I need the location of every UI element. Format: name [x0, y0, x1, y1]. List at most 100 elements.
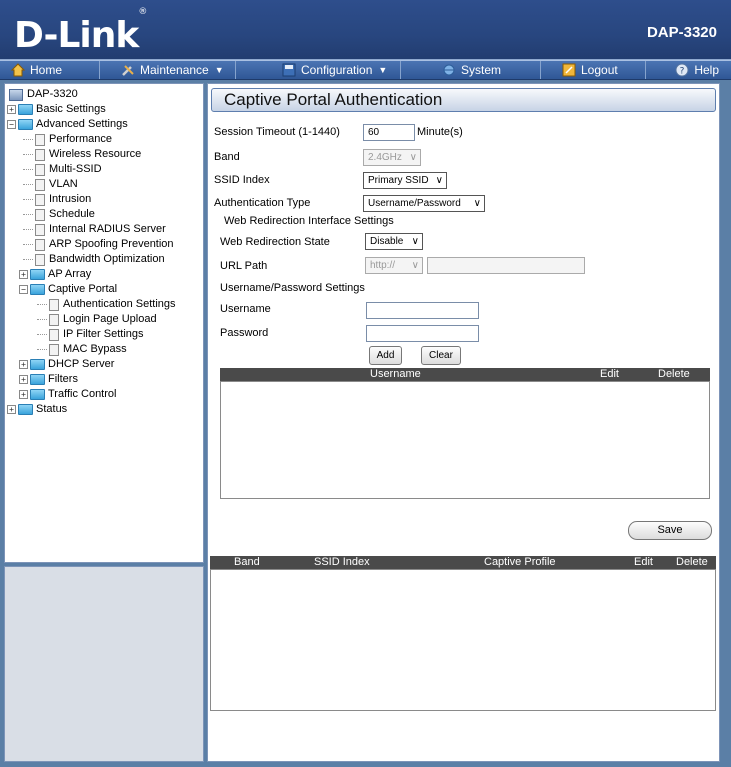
- tree-performance[interactable]: Performance: [23, 132, 203, 147]
- page-icon: [35, 208, 45, 221]
- floppy-disk-icon: [282, 63, 296, 77]
- main-content: Captive Portal Authentication Session Ti…: [207, 83, 720, 762]
- expand-icon[interactable]: +: [19, 375, 28, 384]
- menu-home[interactable]: Home: [0, 61, 100, 79]
- page-icon: [35, 238, 45, 251]
- tree-ip-filter-settings[interactable]: IP Filter Settings: [37, 327, 203, 342]
- menu-maintenance[interactable]: Maintenance ▼: [100, 61, 236, 79]
- page-icon: [35, 133, 45, 146]
- tree-panel-filler: [4, 566, 204, 762]
- tree-mac-bypass[interactable]: MAC Bypass: [37, 342, 203, 357]
- folder-open-icon: [18, 119, 33, 130]
- page-title: Captive Portal Authentication: [211, 88, 716, 112]
- model-name: DAP-3320: [646, 24, 717, 41]
- expand-icon[interactable]: +: [19, 390, 28, 399]
- session-timeout-label: Session Timeout (1-1440): [214, 126, 340, 138]
- save-button[interactable]: Save: [628, 521, 712, 540]
- tools-icon: [122, 65, 134, 76]
- expand-icon[interactable]: +: [19, 360, 28, 369]
- collapse-icon[interactable]: −: [7, 120, 16, 129]
- caret-down-icon: ▼: [378, 65, 388, 75]
- username-label: Username: [220, 303, 271, 315]
- tree-traffic-control[interactable]: + Traffic Control: [19, 387, 203, 402]
- tree-filters[interactable]: + Filters: [19, 372, 203, 387]
- folder-open-icon: [30, 284, 45, 295]
- password-input[interactable]: [366, 325, 479, 342]
- page-icon: [49, 328, 59, 341]
- minutes-label: Minute(s): [417, 126, 463, 138]
- tree-multi-ssid[interactable]: Multi-SSID: [23, 162, 203, 177]
- tree-dhcp-server[interactable]: + DHCP Server: [19, 357, 203, 372]
- user-table-col-edit: Edit: [600, 368, 619, 380]
- tree-advanced-settings[interactable]: − Advanced Settings: [7, 117, 203, 132]
- chevron-down-icon: ∨: [473, 198, 481, 209]
- profile-table-header: Band SSID Index Captive Profile Edit Del…: [210, 556, 716, 569]
- tree-schedule[interactable]: Schedule: [23, 207, 203, 222]
- profile-table-col-delete: Delete: [676, 556, 708, 568]
- dlink-logo: D-Link®: [14, 7, 147, 56]
- tree-captive-portal[interactable]: − Captive Portal: [19, 282, 203, 297]
- tree-login-page-upload[interactable]: Login Page Upload: [37, 312, 203, 327]
- profile-table-col-captive-profile: Captive Profile: [484, 556, 556, 568]
- web-redirection-section-title: Web Redirection Interface Settings: [224, 215, 394, 227]
- add-button[interactable]: Add: [369, 346, 402, 365]
- menu-system[interactable]: System: [401, 61, 541, 79]
- username-input[interactable]: [366, 302, 479, 319]
- header-banner: D-Link® DAP-3320: [0, 0, 731, 60]
- access-point-icon: [9, 88, 23, 101]
- folder-icon: [30, 269, 45, 280]
- page-icon: [49, 343, 59, 356]
- clear-button[interactable]: Clear: [421, 346, 461, 365]
- ssid-index-select[interactable]: Primary SSID ∨: [363, 172, 447, 189]
- user-table-body: [220, 381, 710, 499]
- menu-logout[interactable]: Logout: [541, 61, 646, 79]
- collapse-icon[interactable]: −: [19, 285, 28, 294]
- web-redirection-state-select[interactable]: Disable ∨: [365, 233, 423, 250]
- user-table-header: Username Edit Delete: [220, 368, 710, 381]
- tree-ap-array[interactable]: + AP Array: [19, 267, 203, 282]
- chevron-down-icon: ∨: [409, 152, 417, 163]
- tree-authentication-settings[interactable]: Authentication Settings: [37, 297, 203, 312]
- tree-status[interactable]: + Status: [7, 402, 203, 417]
- tree-internal-radius[interactable]: Internal RADIUS Server: [23, 222, 203, 237]
- expand-icon[interactable]: +: [19, 270, 28, 279]
- tree-bandwidth-optimization[interactable]: Bandwidth Optimization: [23, 252, 203, 267]
- folder-icon: [30, 359, 45, 370]
- menu-configuration[interactable]: Configuration ▼: [236, 61, 401, 79]
- expand-icon[interactable]: +: [7, 105, 16, 114]
- password-label: Password: [220, 327, 269, 339]
- userpass-section-title: Username/Password Settings: [220, 282, 365, 294]
- url-protocol-select[interactable]: http://∨: [365, 257, 423, 274]
- user-table-col-username: Username: [370, 368, 421, 380]
- profile-table-body: [210, 569, 716, 711]
- session-timeout-input[interactable]: 60: [363, 124, 415, 141]
- menu-help[interactable]: ? Help: [646, 61, 731, 79]
- user-table-col-delete: Delete: [658, 368, 690, 380]
- top-menu-bar: Home Maintenance ▼ Configuration ▼ Syste…: [0, 60, 731, 80]
- expand-icon[interactable]: +: [7, 405, 16, 414]
- band-label: Band: [214, 151, 240, 163]
- caret-down-icon: ▼: [214, 65, 224, 75]
- tree-wireless-resource[interactable]: Wireless Resource: [23, 147, 203, 162]
- chevron-down-icon: ∨: [435, 175, 443, 186]
- band-select[interactable]: 2.4GHz ∨: [363, 149, 421, 166]
- profile-table-col-band: Band: [234, 556, 260, 568]
- tree-intrusion[interactable]: Intrusion: [23, 192, 203, 207]
- folder-icon: [30, 374, 45, 385]
- profile-table-col-ssid-index: SSID Index: [314, 556, 370, 568]
- auth-type-label: Authentication Type: [214, 197, 311, 209]
- folder-icon: [18, 104, 33, 115]
- home-icon: [10, 63, 26, 77]
- tree-vlan[interactable]: VLAN: [23, 177, 203, 192]
- page-icon: [35, 148, 45, 161]
- logout-icon: [562, 63, 576, 77]
- web-redirection-state-label: Web Redirection State: [220, 236, 330, 248]
- tree-root[interactable]: DAP-3320: [9, 87, 203, 102]
- chevron-down-icon: ∨: [411, 260, 419, 271]
- tree-basic-settings[interactable]: + Basic Settings: [7, 102, 203, 117]
- url-path-input[interactable]: [427, 257, 585, 274]
- tree-arp-spoofing[interactable]: ARP Spoofing Prevention: [23, 237, 203, 252]
- auth-type-select[interactable]: Username/Password ∨: [363, 195, 485, 212]
- page-icon: [35, 253, 45, 266]
- folder-icon: [30, 389, 45, 400]
